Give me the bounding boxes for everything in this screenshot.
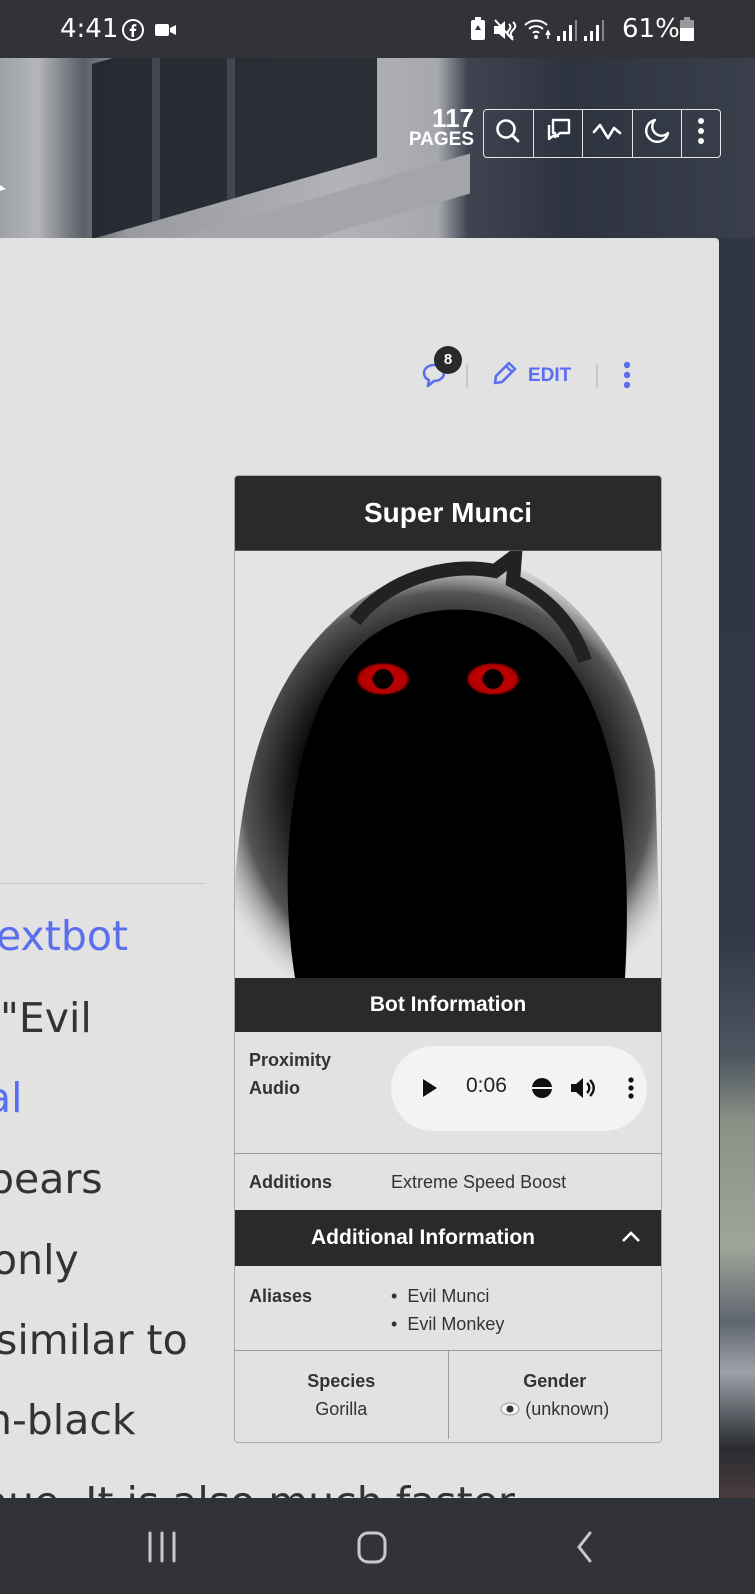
page-actions: 8 EDIT (0, 346, 719, 398)
article-link[interactable]: extbot (0, 912, 128, 960)
infobox: Super Munci Bot Information Proximity Au… (234, 475, 662, 1443)
proximity-audio-row: Proximity Audio 0:06 (235, 1032, 661, 1154)
activity-button[interactable] (583, 110, 633, 157)
gender-label: Gender (523, 1371, 587, 1391)
species-cell: Species Gorilla (235, 1351, 449, 1439)
article-text-partial: hue. It is also much faster (0, 1478, 622, 1498)
more-vertical-icon (697, 117, 705, 150)
aliases-label: Aliases (249, 1286, 313, 1306)
comments-count-badge: 8 (434, 346, 462, 374)
recent-apps-icon (148, 1531, 176, 1563)
infobox-image[interactable] (235, 551, 661, 978)
bot-information-header: Bot Information (235, 978, 661, 1032)
more-options-button[interactable] (682, 110, 720, 157)
species-gender-grid: Species Gorilla Gender (unknown) (235, 1351, 661, 1439)
dark-mode-button[interactable] (633, 110, 682, 157)
content-divider (0, 883, 205, 884)
android-navigation-bar (0, 1506, 755, 1594)
back-button[interactable] (575, 1530, 595, 1569)
wifi-icon (523, 17, 553, 46)
more-vertical-icon (628, 1077, 634, 1099)
alias-item: Evil Munci (391, 1282, 504, 1310)
more-vertical-icon (623, 361, 631, 389)
play-icon (423, 1079, 437, 1097)
article-link[interactable]: al (0, 1074, 23, 1122)
search-icon (494, 117, 522, 150)
pages-count[interactable]: 117 PAGES (398, 103, 474, 150)
article-text: pears (0, 1155, 103, 1203)
audio-player: 0:06 (391, 1046, 647, 1131)
recent-apps-button[interactable] (146, 1530, 178, 1569)
alias-item: Evil Monkey (391, 1310, 504, 1338)
audio-more-button[interactable] (627, 1076, 635, 1105)
facebook-icon (121, 18, 145, 47)
page-more-button[interactable] (622, 360, 632, 395)
search-button[interactable] (484, 110, 534, 157)
additions-label: Additions (249, 1172, 332, 1192)
back-icon (577, 1531, 592, 1563)
character-image (235, 551, 661, 978)
volume-icon (571, 1078, 595, 1098)
article-text: only (0, 1236, 79, 1284)
article-text: n-black (0, 1396, 136, 1444)
seek-thumb (531, 1078, 553, 1098)
status-bar: 4:41 61% (0, 0, 755, 58)
separator (596, 364, 598, 388)
discussions-button[interactable] (534, 110, 583, 157)
separator (466, 364, 468, 388)
audio-time: 0:06 (466, 1074, 507, 1097)
background-strip (720, 238, 755, 1498)
pencil-icon (490, 358, 520, 394)
eye-icon (500, 1399, 520, 1419)
signal-icon (583, 18, 605, 47)
proximity-audio-label: Proximity Audio (249, 1050, 332, 1098)
article-text: similar to (0, 1316, 188, 1364)
infobox-title: Super Munci (235, 476, 661, 551)
battery-icon (680, 17, 694, 46)
article-text: "Evil (0, 994, 92, 1042)
wiki-toolbar (483, 109, 721, 158)
additions-row: Additions Extreme Speed Boost (235, 1154, 661, 1210)
species-value: Gorilla (315, 1399, 368, 1419)
chevron-up-icon[interactable] (621, 1210, 641, 1266)
seek-slider[interactable] (531, 1077, 553, 1104)
discussions-icon (543, 116, 573, 151)
additional-information-label: Additional Information (311, 1226, 535, 1249)
aliases-list: Evil Munci Evil Monkey (391, 1282, 504, 1338)
edit-label: EDIT (528, 365, 572, 386)
pages-count-label: PAGES (408, 128, 474, 150)
home-icon (357, 1531, 387, 1564)
video-camera-icon (155, 22, 177, 43)
volume-button[interactable] (569, 1076, 597, 1105)
battery-percentage: 61% (622, 14, 680, 44)
pages-count-number: 117 (432, 103, 474, 133)
aliases-row: Aliases Evil Munci Evil Monkey (235, 1266, 661, 1351)
signal-icon (556, 18, 578, 47)
species-label: Species (307, 1371, 376, 1391)
additional-information-header[interactable]: Additional Information (235, 1210, 661, 1266)
vibrate-mute-icon (492, 18, 518, 47)
activity-icon (592, 117, 622, 150)
edit-button[interactable]: EDIT (490, 358, 571, 394)
clock: 4:41 (60, 14, 119, 44)
dark-mode-icon (643, 117, 671, 150)
additions-value: Extreme Speed Boost (391, 1172, 567, 1192)
gender-value: (unknown) (525, 1399, 610, 1419)
battery-saver-icon (470, 17, 486, 46)
gender-cell: Gender (unknown) (449, 1351, 662, 1439)
play-button[interactable] (421, 1077, 439, 1104)
home-button[interactable] (356, 1530, 388, 1569)
chevron-down-icon[interactable] (0, 180, 8, 198)
